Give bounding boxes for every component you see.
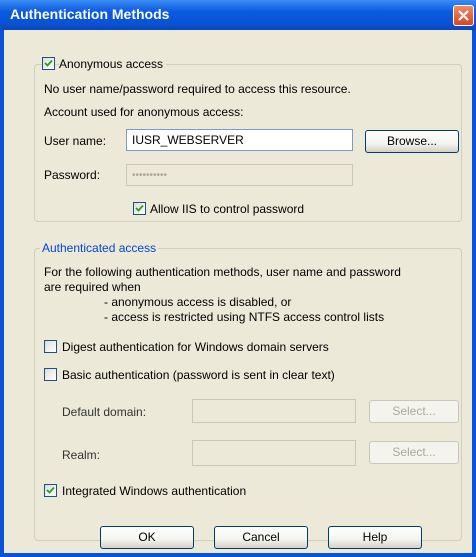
basic-auth-checkbox[interactable] bbox=[44, 368, 57, 381]
cancel-button-label: Cancel bbox=[242, 530, 280, 544]
username-value: IUSR_WEBSERVER bbox=[132, 133, 244, 147]
realm-label: Realm: bbox=[62, 448, 101, 462]
cancel-button[interactable]: Cancel bbox=[214, 526, 308, 549]
authenticated-access-legend: Authenticated access bbox=[40, 241, 159, 255]
realm-input[interactable] bbox=[192, 440, 356, 466]
browse-button-label: Browse... bbox=[386, 134, 437, 148]
dialog-body: Anonymous access No user name/password r… bbox=[4, 30, 472, 553]
window-title: Authentication Methods bbox=[10, 6, 170, 22]
username-input[interactable]: IUSR_WEBSERVER bbox=[126, 129, 353, 151]
default-domain-label: Default domain: bbox=[62, 405, 147, 419]
account-heading: Account used for anonymous access: bbox=[44, 105, 244, 119]
anonymous-access-label[interactable]: Anonymous access bbox=[59, 57, 167, 71]
username-label: User name: bbox=[44, 134, 107, 148]
default-domain-select-label: Select... bbox=[392, 404, 436, 418]
authenticated-bullet-2: - access is restricted using NTFS access… bbox=[104, 310, 385, 324]
password-input[interactable]: •••••••••• bbox=[126, 164, 353, 186]
help-button[interactable]: Help bbox=[328, 526, 422, 549]
default-domain-select-button[interactable]: Select... bbox=[369, 400, 459, 423]
anonymous-access-checkbox[interactable] bbox=[42, 57, 55, 70]
checkmark-icon bbox=[44, 59, 53, 67]
realm-select-label: Select... bbox=[392, 445, 436, 459]
authenticated-bullet-1: - anonymous access is disabled, or bbox=[104, 295, 292, 309]
close-button[interactable] bbox=[453, 5, 474, 26]
allow-iis-password-checkbox[interactable] bbox=[133, 202, 146, 215]
close-icon bbox=[458, 10, 469, 21]
basic-auth-label[interactable]: Basic authentication (password is sent i… bbox=[62, 368, 335, 382]
integrated-windows-auth-label[interactable]: Integrated Windows authentication bbox=[62, 484, 246, 498]
browse-button[interactable]: Browse... bbox=[365, 130, 459, 153]
allow-iis-password-label[interactable]: Allow IIS to control password bbox=[150, 202, 304, 216]
ok-button-label: OK bbox=[138, 530, 156, 544]
dialog-window: Authentication Methods Anonymous access … bbox=[0, 0, 476, 557]
title-bar[interactable]: Authentication Methods bbox=[0, 0, 476, 30]
authenticated-description-line1: For the following authentication methods… bbox=[44, 265, 401, 279]
digest-auth-checkbox[interactable] bbox=[44, 340, 57, 353]
anonymous-description: No user name/password required to access… bbox=[44, 82, 351, 96]
ok-button[interactable]: OK bbox=[100, 526, 194, 549]
help-button-label: Help bbox=[362, 530, 388, 544]
password-label: Password: bbox=[44, 168, 101, 182]
realm-select-button[interactable]: Select... bbox=[369, 441, 459, 464]
checkmark-icon bbox=[135, 204, 144, 212]
integrated-windows-auth-checkbox[interactable] bbox=[44, 484, 57, 497]
authenticated-description-line2: are required when bbox=[44, 280, 141, 294]
digest-auth-label[interactable]: Digest authentication for Windows domain… bbox=[62, 340, 329, 354]
checkmark-icon bbox=[46, 486, 55, 494]
default-domain-input[interactable] bbox=[192, 399, 356, 423]
password-value: •••••••••• bbox=[132, 170, 168, 181]
